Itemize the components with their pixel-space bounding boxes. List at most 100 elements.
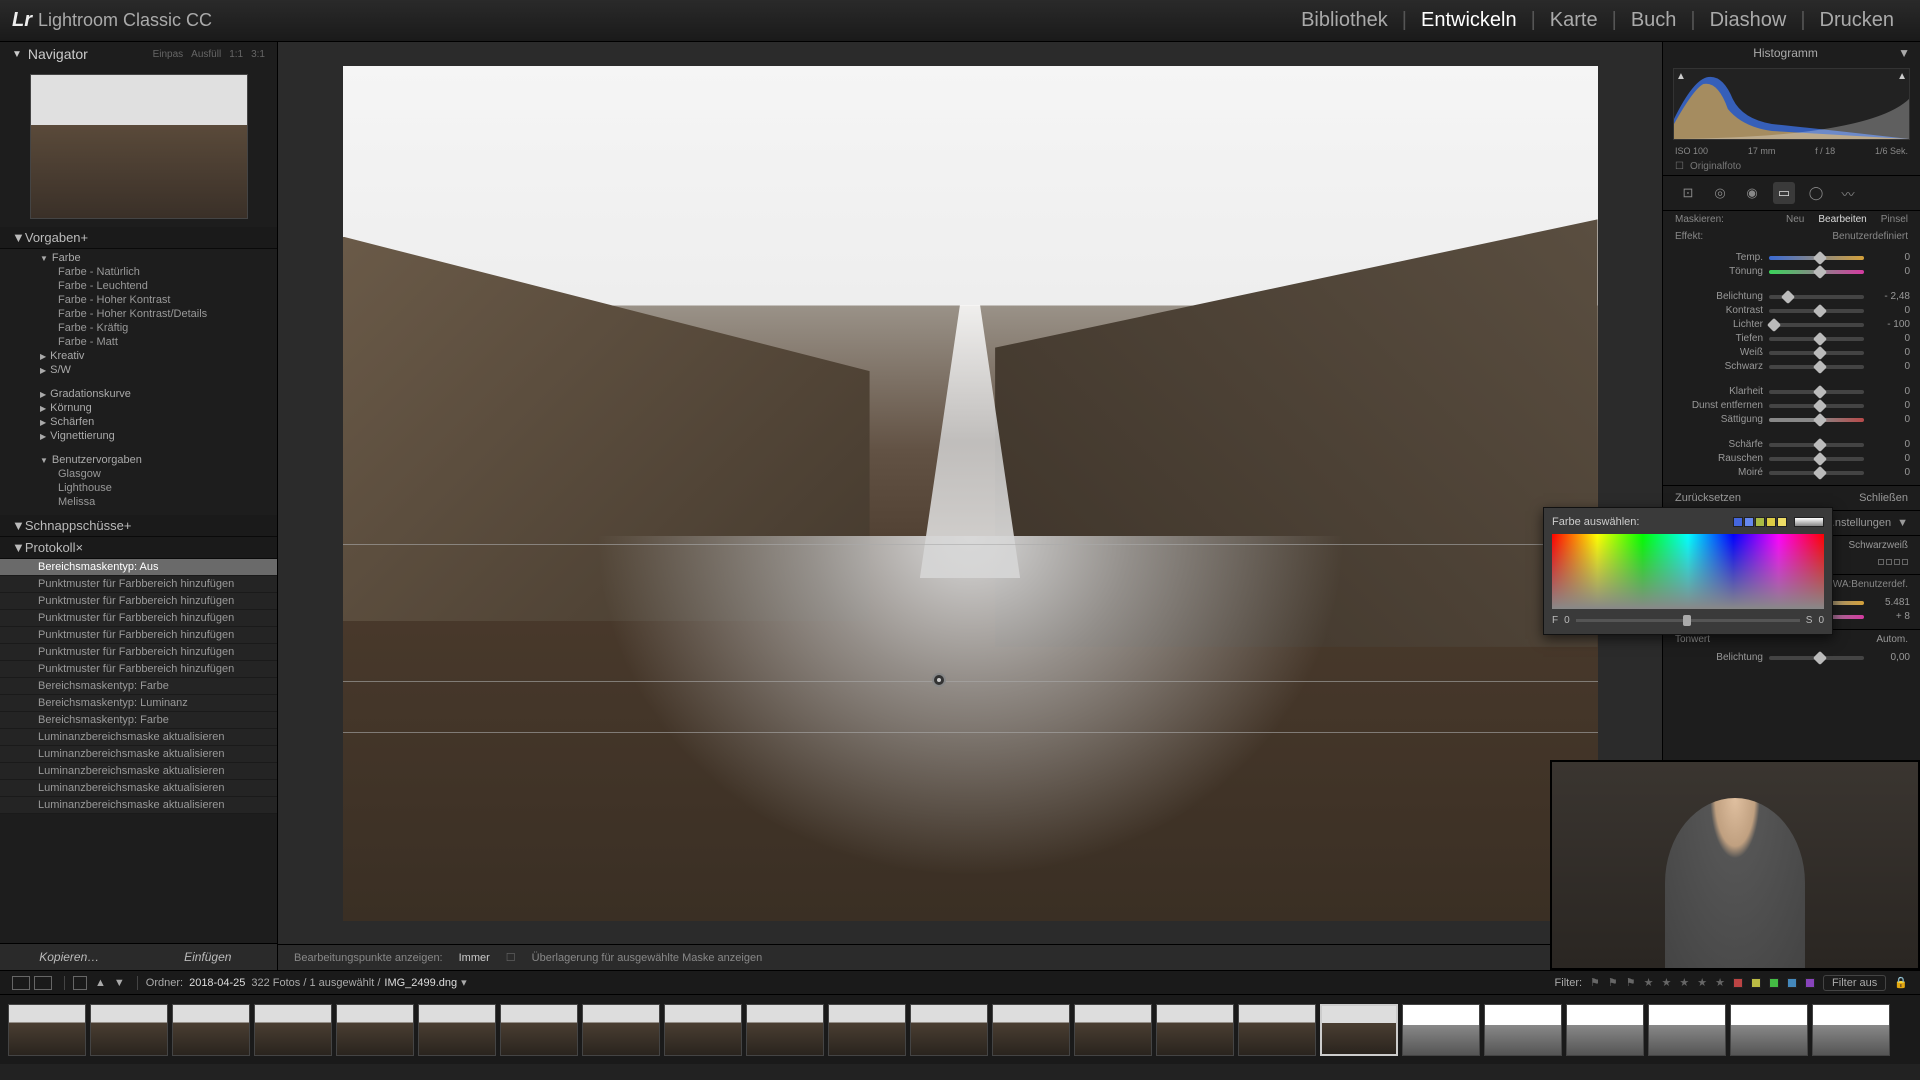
add-icon[interactable]: + <box>81 230 89 245</box>
film-thumb[interactable] <box>90 1004 168 1056</box>
profile-browser-icon[interactable] <box>1878 559 1908 570</box>
sort-icon[interactable]: ▼ <box>114 977 125 989</box>
slider-track[interactable] <box>1769 365 1864 369</box>
close-button[interactable]: Schließen <box>1859 492 1908 504</box>
edit-points-value[interactable]: Immer <box>459 952 490 964</box>
filter-preset[interactable]: Filter aus <box>1823 975 1886 991</box>
redeye-tool-icon[interactable]: ◉ <box>1741 182 1763 204</box>
preset-item[interactable]: Farbe - Natürlich <box>0 265 277 279</box>
flag-icon[interactable]: ⚑ <box>1626 976 1636 989</box>
slider-value[interactable]: 0 <box>1870 305 1910 316</box>
film-thumb[interactable] <box>1074 1004 1152 1056</box>
slider-value[interactable]: 0,00 <box>1870 652 1910 663</box>
slider-value[interactable]: 0 <box>1870 361 1910 372</box>
clip-right-icon[interactable]: ▲ <box>1897 71 1907 82</box>
film-thumb[interactable] <box>1566 1004 1644 1056</box>
slider-rauschen[interactable]: Rauschen0 <box>1673 453 1910 464</box>
slider-track[interactable] <box>1769 404 1864 408</box>
slider-thumb[interactable] <box>1813 345 1827 359</box>
color-label[interactable] <box>1751 978 1761 988</box>
history-item[interactable]: Punktmuster für Farbbereich hinzufügen <box>0 593 277 610</box>
slider-track[interactable] <box>1769 270 1864 274</box>
color-label[interactable] <box>1769 978 1779 988</box>
film-thumb[interactable] <box>8 1004 86 1056</box>
slider-track[interactable] <box>1769 390 1864 394</box>
slider-sattigung[interactable]: Sättigung0 <box>1673 414 1910 425</box>
film-thumb-selected[interactable] <box>1320 1004 1398 1056</box>
film-thumb[interactable] <box>336 1004 414 1056</box>
gradient-pin[interactable] <box>932 673 946 687</box>
flag-icon[interactable]: ⚑ <box>1608 976 1618 989</box>
slider-track[interactable] <box>1769 256 1864 260</box>
lock-icon[interactable]: 🔒 <box>1894 976 1908 989</box>
slider-track[interactable] <box>1769 418 1864 422</box>
radial-tool-icon[interactable]: ◯ <box>1805 182 1827 204</box>
gradient-tool-icon[interactable]: ▭ <box>1773 182 1795 204</box>
filmstrip[interactable] <box>0 994 1920 1064</box>
slider-track[interactable] <box>1769 323 1864 327</box>
effect-value[interactable]: Benutzerdefiniert <box>1832 231 1908 242</box>
slider-value[interactable]: 0 <box>1870 266 1910 277</box>
slider-lichter[interactable]: Lichter- 100 <box>1673 319 1910 330</box>
preset-group-farbe[interactable]: ▼Farbe <box>0 251 277 265</box>
slider-thumb[interactable] <box>1683 615 1691 626</box>
grid-icon[interactable] <box>73 976 87 990</box>
preset-group-sharpen[interactable]: ▶Schärfen <box>0 415 277 429</box>
canvas-wrap[interactable] <box>278 42 1662 944</box>
star-icon[interactable]: ★ <box>1697 976 1707 989</box>
film-thumb[interactable] <box>746 1004 824 1056</box>
preset-group-grain[interactable]: ▶Körnung <box>0 401 277 415</box>
slider-value[interactable]: 0 <box>1870 400 1910 411</box>
wb-value[interactable]: Benutzerdef. <box>1851 579 1908 590</box>
saturation-slider[interactable] <box>1576 619 1800 622</box>
history-header[interactable]: ▼ Protokoll × <box>0 537 277 559</box>
history-item[interactable]: Luminanzbereichsmaske aktualisieren <box>0 729 277 746</box>
zoom-3-1[interactable]: 3:1 <box>251 49 265 60</box>
history-item[interactable]: Punktmuster für Farbbereich hinzufügen <box>0 627 277 644</box>
slider-track[interactable] <box>1769 471 1864 475</box>
gradient-line-mid[interactable] <box>343 681 1598 682</box>
snapshots-header[interactable]: ▼ Schnappschüsse + <box>0 515 277 537</box>
original-row[interactable]: ☐ Originalfoto <box>1663 158 1920 176</box>
slider-thumb[interactable] <box>1813 465 1827 479</box>
sat-value[interactable]: 0 <box>1818 615 1824 626</box>
navigator-thumbnail[interactable] <box>30 74 248 219</box>
film-thumb[interactable] <box>910 1004 988 1056</box>
star-icon[interactable]: ★ <box>1644 976 1654 989</box>
film-thumb[interactable] <box>1484 1004 1562 1056</box>
nav-buch[interactable]: Buch <box>1617 9 1691 32</box>
film-thumb[interactable] <box>500 1004 578 1056</box>
view-compare-icon[interactable] <box>34 976 52 990</box>
slider-moire[interactable]: Moiré0 <box>1673 467 1910 478</box>
film-thumb[interactable] <box>254 1004 332 1056</box>
star-icon[interactable]: ★ <box>1715 976 1725 989</box>
slider-value[interactable]: 0 <box>1870 453 1910 464</box>
slider-thumb[interactable] <box>1813 303 1827 317</box>
slider-thumb[interactable] <box>1813 650 1827 664</box>
navigator-header[interactable]: ▼ Navigator Einpas Ausfüll 1:1 3:1 <box>0 42 277 66</box>
mask-new[interactable]: Neu <box>1786 214 1804 225</box>
star-icon[interactable]: ★ <box>1679 976 1689 989</box>
slider-value[interactable]: + 8 <box>1870 611 1910 622</box>
overlay-checkbox[interactable]: ☐ <box>506 951 516 964</box>
reset-button[interactable]: Zurücksetzen <box>1675 492 1741 504</box>
preset-item[interactable]: Melissa <box>0 495 277 509</box>
view-single-icon[interactable] <box>12 976 30 990</box>
sort-icon[interactable]: ▲ <box>95 977 106 989</box>
mask-edit[interactable]: Bearbeiten <box>1818 214 1866 225</box>
auto-button[interactable]: Autom. <box>1876 634 1908 645</box>
history-item[interactable]: Bereichsmaskentyp: Luminanz <box>0 695 277 712</box>
slider-value[interactable]: 0 <box>1870 347 1910 358</box>
slider-value[interactable]: - 100 <box>1870 319 1910 330</box>
nav-drucken[interactable]: Drucken <box>1806 9 1908 32</box>
slider-klarheit[interactable]: Klarheit0 <box>1673 386 1910 397</box>
gradient-line-bottom[interactable] <box>343 732 1598 733</box>
history-item[interactable]: Punktmuster für Farbbereich hinzufügen <box>0 661 277 678</box>
film-thumb[interactable] <box>1156 1004 1234 1056</box>
film-thumb[interactable] <box>664 1004 742 1056</box>
effect-row[interactable]: Effekt: Benutzerdefiniert <box>1663 228 1920 245</box>
film-thumb[interactable] <box>1812 1004 1890 1056</box>
histogram-header[interactable]: Histogramm ▼ <box>1663 42 1920 64</box>
chevron-down-icon[interactable]: ▾ <box>461 976 467 989</box>
slider-scharfe[interactable]: Schärfe0 <box>1673 439 1910 450</box>
